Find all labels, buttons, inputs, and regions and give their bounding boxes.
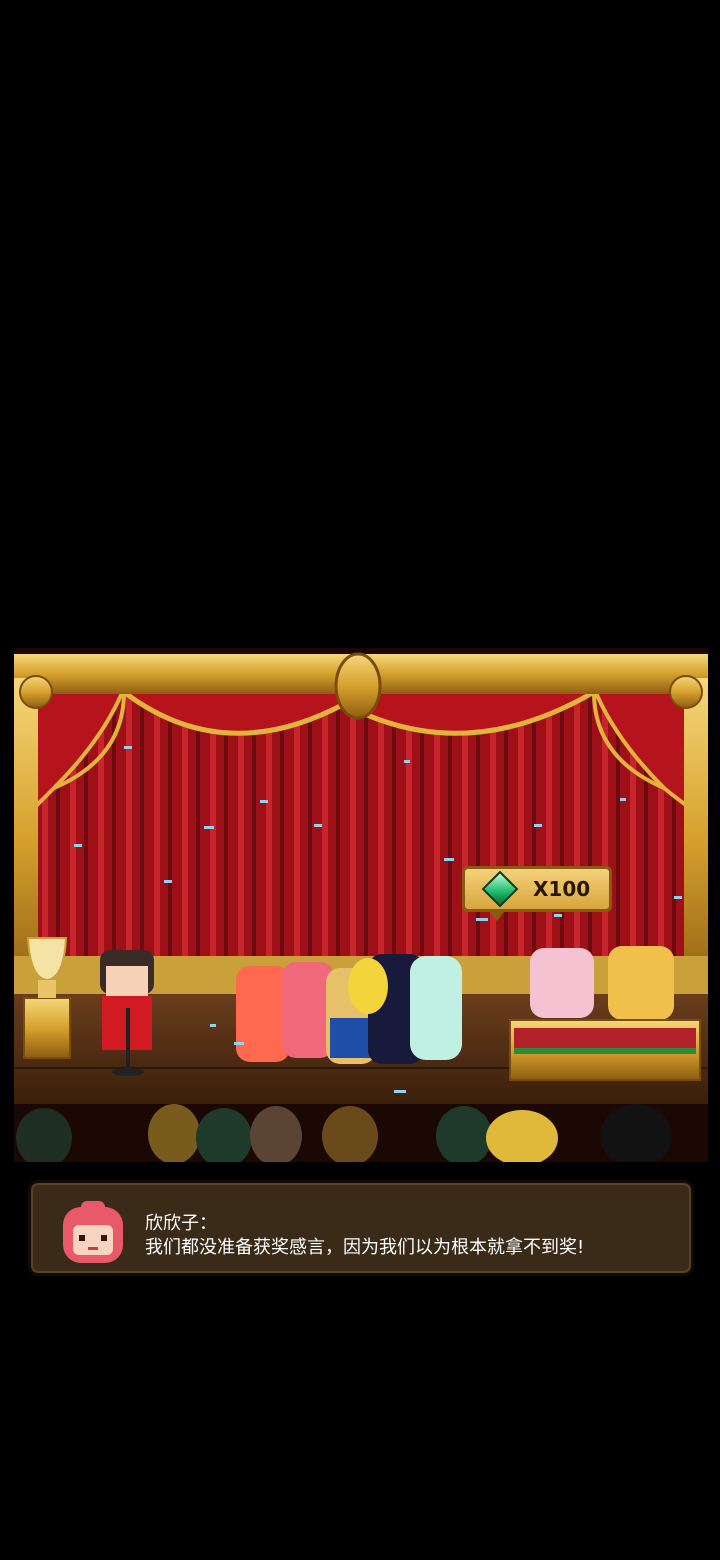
reward-amount: X100 (533, 877, 591, 901)
reward-bubble[interactable]: X100 (462, 866, 612, 921)
speaker-name: 欣欣子： (145, 1213, 217, 1234)
dialog-text: 我们都没准备获奖感言，因为我们以为根本就拿不到奖! (145, 1237, 585, 1258)
dialog-box[interactable]: 欣欣子： 我们都没准备获奖感言，因为我们以为根本就拿不到奖! (28, 1180, 694, 1276)
curtain-backdrop (34, 688, 690, 988)
award-ceremony-scene[interactable]: X100 (14, 648, 708, 1162)
speaker-portrait (63, 1201, 123, 1263)
proscenium-right (684, 678, 708, 998)
trophy-pedestal (23, 937, 71, 1059)
crest-ornament (334, 652, 382, 720)
emerald-gem-icon (481, 870, 519, 908)
performer-group (236, 954, 462, 1064)
audience-heads (16, 1104, 672, 1162)
